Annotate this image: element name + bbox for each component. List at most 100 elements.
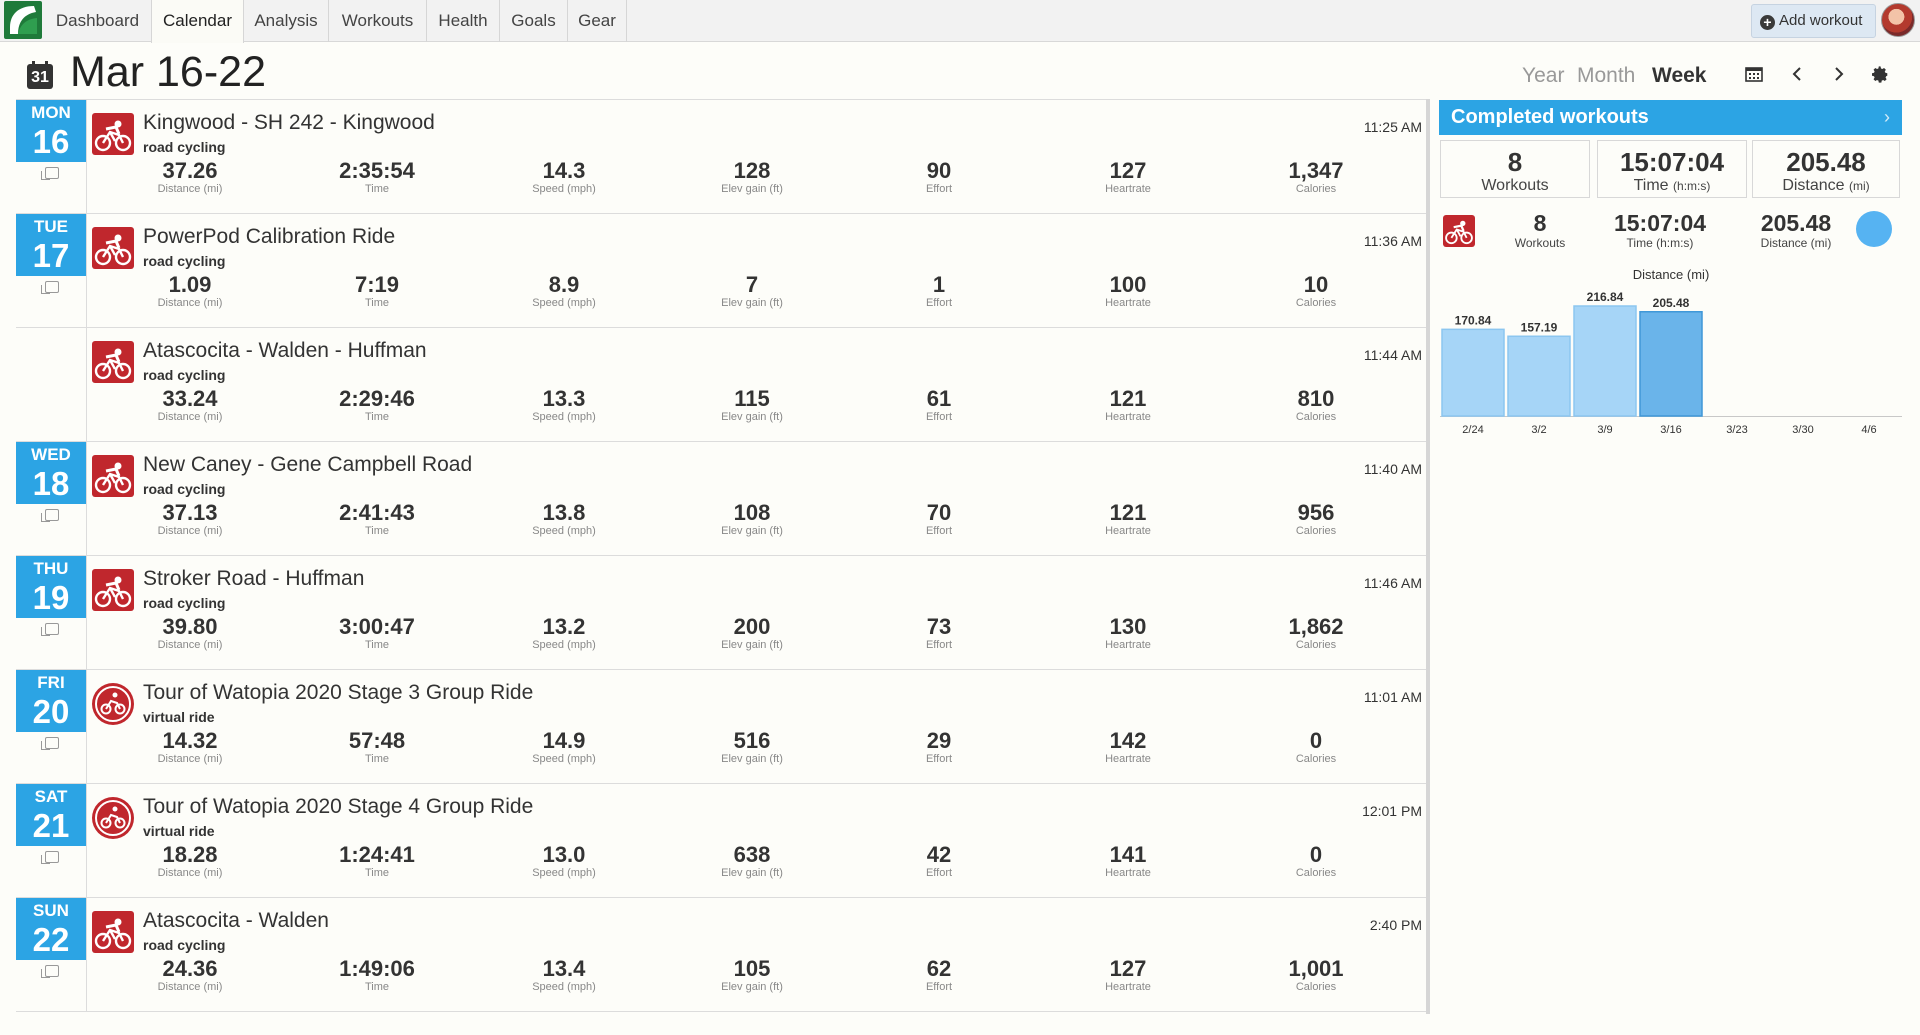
column-divider bbox=[1426, 99, 1430, 1014]
chart-bar[interactable] bbox=[1573, 305, 1637, 417]
workout-title[interactable]: Kingwood - SH 242 - Kingwood bbox=[143, 111, 435, 135]
stat-distance-label: Distance (mi) bbox=[157, 867, 223, 879]
day-number: 22 bbox=[32, 921, 70, 958]
cycling-icon bbox=[92, 455, 134, 497]
stat-effort-label: Effort bbox=[925, 183, 953, 195]
day-badge[interactable]: THU 19 bbox=[16, 556, 86, 618]
workout-row[interactable]: TUE 17 PowerPod Calibration Ride road cycli… bbox=[16, 213, 1426, 328]
workout-type: road cycling bbox=[143, 481, 226, 497]
day-number: 19 bbox=[32, 579, 70, 616]
row-divider bbox=[86, 784, 87, 898]
copy-icon[interactable] bbox=[41, 167, 59, 180]
view-year-link[interactable]: Year bbox=[1522, 64, 1564, 88]
stat-calories-value: 0 bbox=[1309, 842, 1323, 867]
nav-tab-health[interactable]: Health bbox=[427, 0, 500, 42]
view-week-link[interactable]: Week bbox=[1652, 64, 1706, 88]
stat-elev-label: Elev gain (ft) bbox=[721, 867, 783, 879]
workout-row[interactable]: MON 16 Kingwood - SH 242 - Kingwood road cy… bbox=[16, 99, 1426, 214]
stat-elev: 115 Elev gain (ft) bbox=[677, 387, 827, 424]
copy-icon[interactable] bbox=[41, 281, 59, 294]
chevron-left-icon[interactable] bbox=[1790, 66, 1804, 87]
workout-type: road cycling bbox=[143, 937, 226, 953]
workout-title[interactable]: Atascocita - Walden - Huffman bbox=[143, 339, 427, 363]
workout-title[interactable]: Tour of Watopia 2020 Stage 4 Group Ride bbox=[143, 795, 533, 819]
sport-time: 15:07:04 Time (h:m:s) bbox=[1600, 210, 1720, 250]
copy-icon[interactable] bbox=[41, 851, 59, 864]
workout-row[interactable]: Atascocita - Walden - Huffman road cyclin… bbox=[16, 327, 1426, 442]
nav-tab-dashboard[interactable]: Dashboard bbox=[44, 0, 152, 42]
chevron-right-icon[interactable] bbox=[1832, 66, 1846, 87]
stat-speed-value: 13.8 bbox=[542, 500, 586, 525]
stat-distance-label: Distance (mi) bbox=[157, 981, 223, 993]
stat-distance-value: 39.80 bbox=[162, 614, 218, 639]
completed-workouts-header[interactable]: Completed workouts › bbox=[1439, 100, 1902, 135]
stat-distance: 39.80 Distance (mi) bbox=[115, 615, 265, 652]
stat-time-value: 2:35:54 bbox=[339, 158, 415, 183]
workout-row[interactable]: THU 19 Stroker Road - Huffman road cycling 1… bbox=[16, 555, 1426, 670]
nav-tab-analysis[interactable]: Analysis bbox=[244, 0, 329, 42]
nav-tab-goals[interactable]: Goals bbox=[500, 0, 568, 42]
virtual-ride-icon bbox=[92, 683, 134, 725]
chart-data-label: 170.84 bbox=[1455, 313, 1492, 327]
workout-row[interactable]: SUN 22 Atascocita - Walden road cycling 2:40… bbox=[16, 897, 1426, 1012]
stat-time-value: 57:48 bbox=[348, 728, 406, 753]
workout-time-of-day: 11:01 AM bbox=[1363, 689, 1422, 705]
stat-calories: 1,862 Calories bbox=[1241, 615, 1391, 652]
view-month-link[interactable]: Month bbox=[1577, 64, 1635, 88]
app-logo[interactable] bbox=[4, 1, 42, 39]
cycling-icon bbox=[92, 227, 134, 269]
day-badge[interactable]: SAT 21 bbox=[16, 784, 86, 846]
chart-tick-label: 3/16 bbox=[1660, 424, 1681, 436]
day-column: SUN 22 bbox=[16, 898, 86, 1012]
day-badge[interactable]: TUE 17 bbox=[16, 214, 86, 276]
gear-icon[interactable] bbox=[1872, 66, 1889, 88]
stat-speed: 8.9 Speed (mph) bbox=[489, 273, 639, 310]
chart-bar[interactable] bbox=[1639, 311, 1703, 417]
day-badge[interactable]: WED 18 bbox=[16, 442, 86, 504]
day-of-week: TUE bbox=[34, 217, 68, 236]
avatar[interactable] bbox=[1881, 3, 1915, 37]
stat-calories: 10 Calories bbox=[1241, 273, 1391, 310]
distance-bar-chart: Distance (mi) 170.84 2/24 157.19 3/2 216.84 3/… bbox=[1440, 267, 1902, 436]
copy-icon[interactable] bbox=[41, 965, 59, 978]
day-badge[interactable]: SUN 22 bbox=[16, 898, 86, 960]
workout-title[interactable]: PowerPod Calibration Ride bbox=[143, 225, 395, 249]
workout-title[interactable]: New Caney - Gene Campbell Road bbox=[143, 453, 472, 477]
chart-tick-label: 3/23 bbox=[1726, 424, 1747, 436]
stat-distance-value: 37.13 bbox=[162, 500, 218, 525]
day-badge[interactable]: MON 16 bbox=[16, 100, 86, 162]
summary-workouts-label: Workouts bbox=[1481, 177, 1549, 194]
workout-title[interactable]: Tour of Watopia 2020 Stage 3 Group Ride bbox=[143, 681, 533, 705]
stat-elev-value: 200 bbox=[733, 614, 771, 639]
nav-tab-workouts[interactable]: Workouts bbox=[329, 0, 427, 42]
chart-bar[interactable] bbox=[1507, 335, 1571, 417]
stat-speed: 13.0 Speed (mph) bbox=[489, 843, 639, 880]
stat-calories-label: Calories bbox=[1295, 183, 1337, 195]
stat-elev: 516 Elev gain (ft) bbox=[677, 729, 827, 766]
stat-elev: 108 Elev gain (ft) bbox=[677, 501, 827, 538]
cycling-icon bbox=[1443, 215, 1475, 247]
copy-icon[interactable] bbox=[41, 509, 59, 522]
day-badge[interactable]: FRI 20 bbox=[16, 670, 86, 732]
copy-icon[interactable] bbox=[41, 737, 59, 750]
nav-tab-gear[interactable]: Gear bbox=[568, 0, 627, 42]
stat-elev: 128 Elev gain (ft) bbox=[677, 159, 827, 196]
add-workout-button[interactable]: + Add workout bbox=[1751, 4, 1876, 38]
stat-heartrate-label: Heartrate bbox=[1105, 183, 1151, 195]
day-number: 20 bbox=[32, 693, 70, 730]
stat-calories-value: 10 bbox=[1303, 272, 1329, 297]
workout-row[interactable]: FRI 20 Tour of Watopia 2020 Stage 3 Group … bbox=[16, 669, 1426, 784]
workout-title[interactable]: Stroker Road - Huffman bbox=[143, 567, 364, 591]
list-bottom-border bbox=[16, 1011, 1426, 1012]
nav-tab-calendar[interactable]: Calendar bbox=[151, 0, 244, 43]
stat-calories: 810 Calories bbox=[1241, 387, 1391, 424]
calendar-grid-icon[interactable] bbox=[1745, 66, 1763, 87]
workout-title[interactable]: Atascocita - Walden bbox=[143, 909, 329, 933]
stat-time-label: Time bbox=[364, 411, 390, 423]
stat-effort: 1 Effort bbox=[864, 273, 1014, 310]
stat-calories-value: 1,862 bbox=[1288, 614, 1344, 639]
workout-row[interactable]: WED 18 New Caney - Gene Campbell Road road … bbox=[16, 441, 1426, 556]
copy-icon[interactable] bbox=[41, 623, 59, 636]
workout-row[interactable]: SAT 21 Tour of Watopia 2020 Stage 4 Group … bbox=[16, 783, 1426, 898]
chart-bar[interactable] bbox=[1441, 328, 1505, 417]
